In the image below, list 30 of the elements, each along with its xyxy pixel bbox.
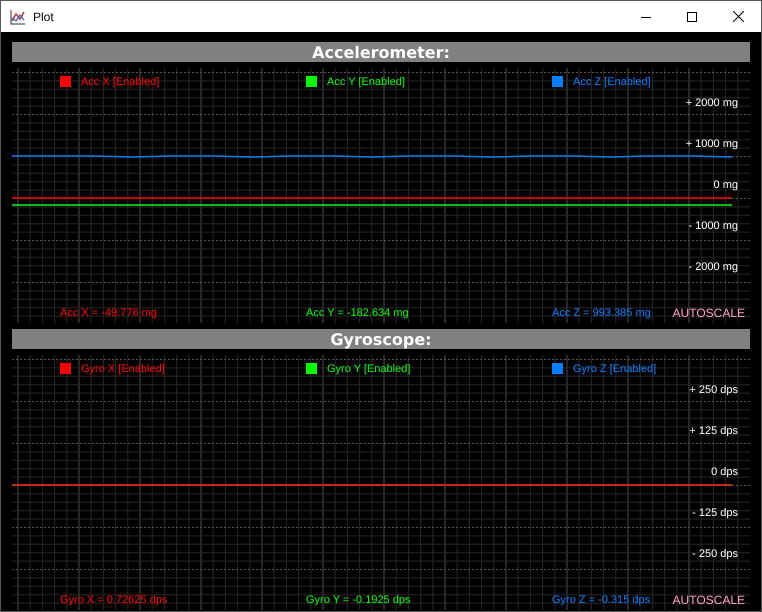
- maximize-icon: [687, 12, 697, 22]
- legend-label[interactable]: Gyro X [Enabled]: [81, 362, 165, 375]
- axis-tick-label: - 1000 mg: [688, 220, 738, 233]
- chart-title: Accelerometer:: [12, 42, 750, 62]
- axis-tick-label: 0 mg: [714, 178, 738, 192]
- legend-label[interactable]: Acc X [Enabled]: [81, 76, 160, 88]
- legend-label[interactable]: Acc Y [Enabled]: [327, 76, 405, 88]
- sensor-readout: Acc X = -49.776 mg: [60, 307, 158, 320]
- window-title: Plot: [33, 10, 55, 24]
- axis-tick-label: + 2000 mg: [686, 96, 738, 110]
- legend-label[interactable]: Gyro Y [Enabled]: [327, 362, 410, 375]
- axis-tick-label: - 2000 mg: [688, 260, 738, 274]
- autoscale-button[interactable]: AUTOSCALE: [672, 306, 745, 320]
- sensor-readout: Acc Z = 993.385 mg: [552, 307, 652, 320]
- chart-title: Gyroscope:: [12, 329, 750, 349]
- axis-tick-label: - 125 dps: [692, 506, 738, 520]
- autoscale-button[interactable]: AUTOSCALE: [672, 593, 745, 608]
- axis-tick-label: + 1000 mg: [686, 138, 738, 151]
- axis-tick-label: 0 dps: [711, 466, 738, 479]
- chart-icon: [10, 8, 26, 24]
- axis-tick-label: + 125 dps: [689, 424, 738, 438]
- axis-tick-label: + 250 dps: [689, 384, 738, 397]
- legend-label[interactable]: Gyro Z [Enabled]: [573, 362, 656, 375]
- sensor-readout: Gyro X = 0.72625 dps: [60, 594, 168, 606]
- sensor-readout: Gyro Z = -0.315 dps: [552, 594, 652, 606]
- close-icon: [732, 11, 744, 22]
- axis-tick-label: - 250 dps: [692, 548, 738, 561]
- sensor-readout: Gyro Y = -0.1925 dps: [306, 594, 412, 606]
- legend-label[interactable]: Acc Z [Enabled]: [573, 76, 651, 88]
- sensor-readout: Acc Y = -182.634 mg: [306, 307, 410, 320]
